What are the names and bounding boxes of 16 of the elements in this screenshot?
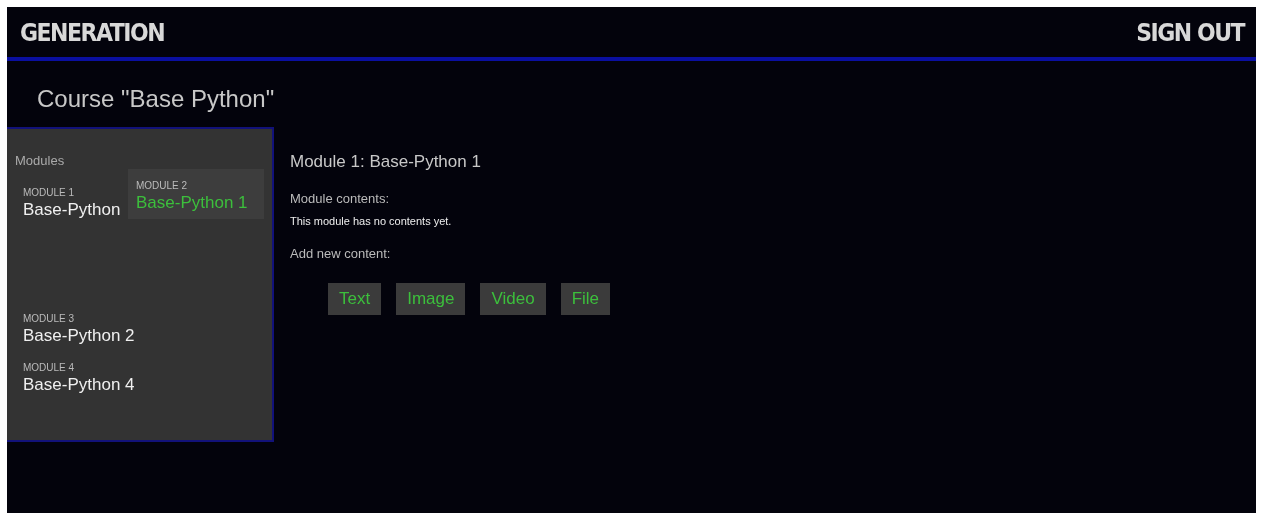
panel-heading: Modules	[15, 152, 66, 170]
sign-out-link[interactable]: SIGN OUT	[1136, 13, 1244, 51]
module-item[interactable]: MODULE 1 Base-Python	[23, 170, 121, 220]
add-content-button[interactable]: Text	[328, 283, 382, 315]
dragged-module-item[interactable]: MODULE 2 Base-Python 1	[128, 169, 264, 220]
course-title: Course "Base Python"	[37, 85, 275, 112]
add-content-label: Add new content:	[290, 244, 392, 263]
module-title: Module 1: Base-Python 1	[290, 151, 482, 173]
add-content-button[interactable]: Video	[480, 283, 546, 315]
add-content-button[interactable]: File	[560, 283, 611, 315]
add-content-button[interactable]: Image	[396, 283, 466, 315]
empty-note: This module has no contents yet.	[290, 214, 453, 229]
module-item[interactable]: MODULE 4 Base-Python 4	[23, 346, 135, 396]
brand-logo: GENERATION	[20, 16, 165, 49]
module-item[interactable]: MODULE 3 Base-Python 2	[23, 296, 135, 347]
contents-label: Module contents:	[290, 189, 390, 208]
